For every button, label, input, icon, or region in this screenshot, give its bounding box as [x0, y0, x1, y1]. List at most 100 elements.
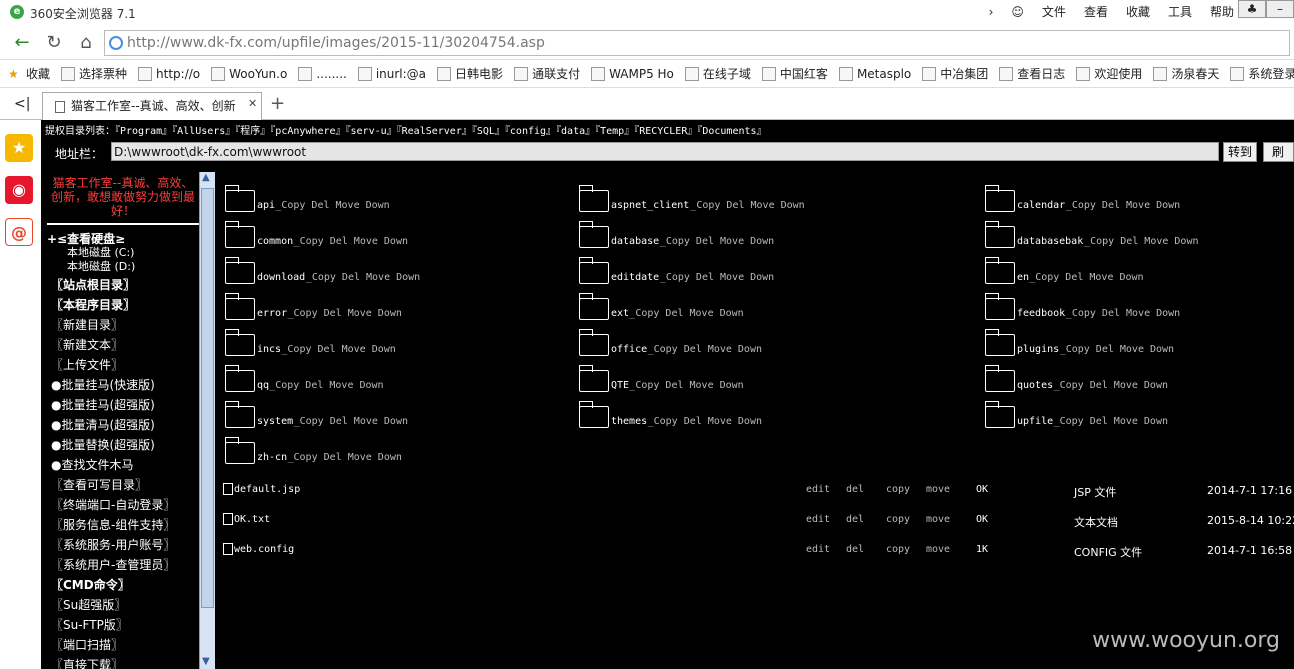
file-action-edit[interactable]: edit: [806, 484, 830, 495]
sidebar-item[interactable]: 〖Su-FTP版〗: [51, 616, 128, 633]
file-action-move[interactable]: move: [926, 544, 950, 555]
folder-icon[interactable]: [984, 329, 1015, 356]
sidebar-item[interactable]: 〖上传文件〗: [51, 356, 123, 373]
folder-actions[interactable]: _Copy Del Move Down: [1084, 236, 1198, 247]
folder-name[interactable]: QTE: [611, 380, 629, 391]
file-name[interactable]: default.jsp: [234, 484, 300, 495]
folder-name[interactable]: api: [257, 200, 275, 211]
path-input[interactable]: D:\wwwroot\dk-fx.com\wwwroot: [111, 142, 1219, 161]
file-action-copy[interactable]: copy: [886, 484, 910, 495]
folder-name[interactable]: ext: [611, 308, 629, 319]
sidebar-item[interactable]: ●查找文件木马: [51, 456, 133, 473]
sidebar-item[interactable]: 〖端口扫描〗: [51, 636, 123, 653]
folder-icon[interactable]: [984, 257, 1015, 284]
folder-actions[interactable]: _Copy Del Move Down: [306, 272, 420, 283]
folder-name[interactable]: calendar: [1017, 200, 1065, 211]
folder-icon[interactable]: [578, 329, 609, 356]
folder-icon[interactable]: [578, 293, 609, 320]
sidebar-item[interactable]: 〖CMD命令〗: [51, 576, 130, 593]
close-tab-icon[interactable]: ✕: [248, 97, 257, 110]
file-action-del[interactable]: del: [846, 514, 864, 525]
menu-favorites[interactable]: 收藏: [1126, 3, 1150, 20]
bookmark-item[interactable]: 系统登录: [1230, 65, 1294, 82]
folder-icon[interactable]: [224, 365, 255, 392]
folder-name[interactable]: upfile: [1017, 416, 1053, 427]
folder-name[interactable]: quotes: [1017, 380, 1053, 391]
star-icon[interactable]: ★: [5, 134, 33, 162]
bookmark-item[interactable]: 在线子域: [684, 65, 751, 82]
folder-icon[interactable]: [984, 221, 1015, 248]
folder-name[interactable]: system: [257, 416, 293, 427]
folder-actions[interactable]: _Copy Del Move Down: [648, 344, 762, 355]
bookmark-item[interactable]: Metasplo: [838, 66, 911, 81]
refresh-button[interactable]: 刷新: [1263, 142, 1294, 162]
folder-actions[interactable]: _Copy Del Move Down: [294, 416, 408, 427]
nav-arrow-icon[interactable]: ›: [989, 5, 994, 19]
file-action-copy[interactable]: copy: [886, 544, 910, 555]
bookmark-item[interactable]: 查看日志: [999, 65, 1065, 82]
file-action-edit[interactable]: edit: [806, 514, 830, 525]
folder-actions[interactable]: _Copy Del Move Down: [281, 344, 395, 355]
folder-name[interactable]: aspnet_client: [611, 200, 689, 211]
folder-icon[interactable]: [984, 293, 1015, 320]
folder-icon[interactable]: [224, 293, 255, 320]
bookmark-item[interactable]: 通联支付: [514, 65, 580, 82]
folder-icon[interactable]: [224, 185, 255, 212]
home-icon[interactable]: ⌂: [74, 32, 98, 54]
folder-actions[interactable]: _Copy Del Move Down: [1066, 200, 1180, 211]
folder-actions[interactable]: _Copy Del Move Down: [288, 452, 402, 463]
folder-name[interactable]: error: [257, 308, 287, 319]
file-action-edit[interactable]: edit: [806, 544, 830, 555]
folder-name[interactable]: themes: [611, 416, 647, 427]
scroll-down-icon[interactable]: ▼: [202, 656, 210, 667]
folder-name[interactable]: plugins: [1017, 344, 1059, 355]
folder-icon[interactable]: [984, 401, 1015, 428]
folder-icon[interactable]: [224, 257, 255, 284]
back-icon[interactable]: ←: [10, 32, 34, 54]
folder-icon[interactable]: [224, 221, 255, 248]
folder-name[interactable]: zh-cn: [257, 452, 287, 463]
folder-icon[interactable]: [984, 185, 1015, 212]
folder-icon[interactable]: [578, 185, 609, 212]
sidebar-item[interactable]: 〖站点根目录〗: [51, 276, 135, 293]
sidebar-item[interactable]: ●批量挂马(快速版): [51, 376, 155, 393]
sidebar-item[interactable]: 〖Su超强版〗: [51, 596, 126, 613]
folder-name[interactable]: common: [257, 236, 293, 247]
bookmark-item[interactable]: inurl:@a: [357, 66, 426, 81]
folder-name[interactable]: incs: [257, 344, 281, 355]
folder-icon[interactable]: [578, 257, 609, 284]
folder-icon[interactable]: [224, 329, 255, 356]
folder-name[interactable]: database: [611, 236, 659, 247]
privilege-dir-list[interactable]: 提权目录列表：『Program』『AllUsers』『程序』『pcAnywher…: [45, 122, 767, 137]
sidebar-item[interactable]: ●批量清马(超强版): [51, 416, 155, 433]
folder-actions[interactable]: _Copy Del Move Down: [690, 200, 804, 211]
folder-actions[interactable]: _Copy Del Move Down: [269, 380, 383, 391]
folder-actions[interactable]: _Copy Del Move Down: [660, 272, 774, 283]
bookmark-item[interactable]: WAMP5 Ho: [591, 66, 674, 81]
sidebar-item[interactable]: 本地磁盘 (D:): [67, 258, 135, 274]
folder-actions[interactable]: _Copy Del Move Down: [288, 308, 402, 319]
folder-actions[interactable]: _Copy Del Move Down: [648, 416, 762, 427]
bookmark-item[interactable]: 日韩电影: [437, 65, 503, 82]
bookmark-item[interactable]: 欢迎使用: [1076, 65, 1142, 82]
folder-actions[interactable]: _Copy Del Move Down: [1066, 308, 1180, 319]
user-icon[interactable]: ☺: [1011, 5, 1024, 19]
scroll-up-icon[interactable]: ▲: [202, 172, 210, 183]
sidebar-item[interactable]: ●批量挂马(超强版): [51, 396, 155, 413]
sidebar-item[interactable]: 〖服务信息-组件支持〗: [51, 516, 175, 533]
mail-icon[interactable]: @: [5, 218, 33, 246]
sidebar-item[interactable]: 〖系统用户-查管理员〗: [51, 556, 175, 573]
folder-actions[interactable]: _Copy Del Move Down: [1054, 380, 1168, 391]
new-tab-icon[interactable]: +: [270, 93, 285, 114]
goto-button[interactable]: 转到: [1223, 142, 1257, 162]
bookmark-item[interactable]: 中国红客: [761, 65, 828, 82]
bookmark-item[interactable]: ........: [298, 66, 347, 81]
folder-actions[interactable]: _Copy Del Move Down: [629, 308, 743, 319]
bookmark-item[interactable]: http://o: [138, 66, 200, 81]
tab-list-icon[interactable]: <|: [14, 96, 30, 112]
tab-active[interactable]: 猫客工作室--真诚、高效、创新: [42, 92, 262, 120]
refresh-icon[interactable]: ↻: [42, 32, 66, 54]
folder-actions[interactable]: _Copy Del Move Down: [1054, 416, 1168, 427]
bookmark-item[interactable]: ★ 收藏: [8, 65, 50, 82]
file-action-copy[interactable]: copy: [886, 514, 910, 525]
